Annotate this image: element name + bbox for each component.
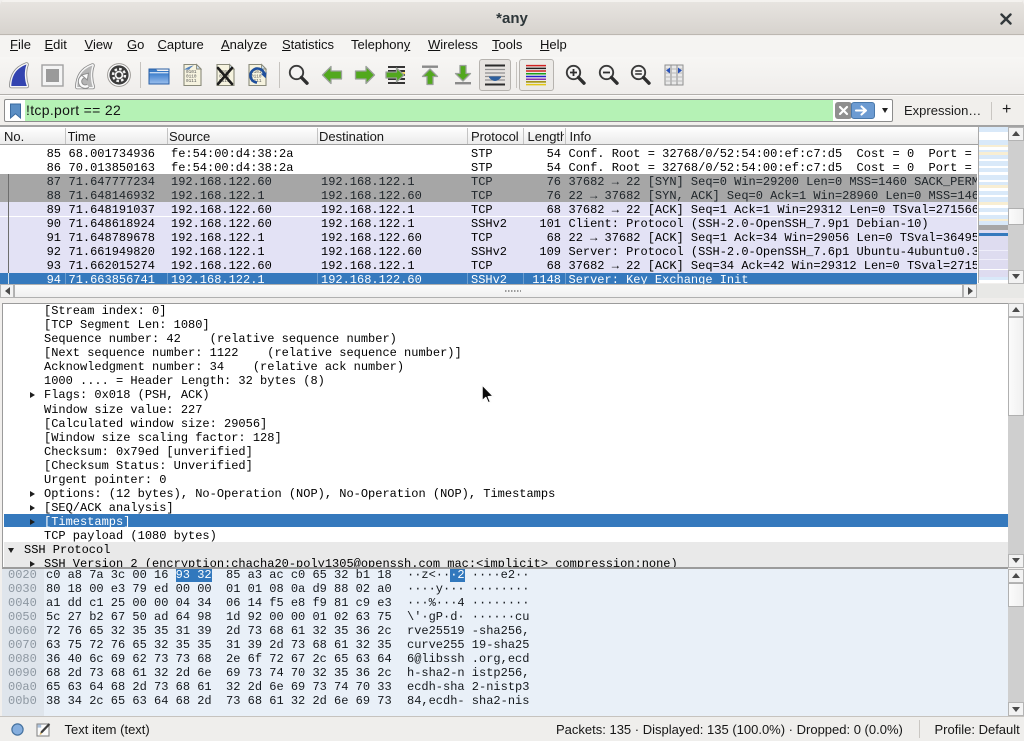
svg-text:0111: 0111 <box>186 79 197 84</box>
